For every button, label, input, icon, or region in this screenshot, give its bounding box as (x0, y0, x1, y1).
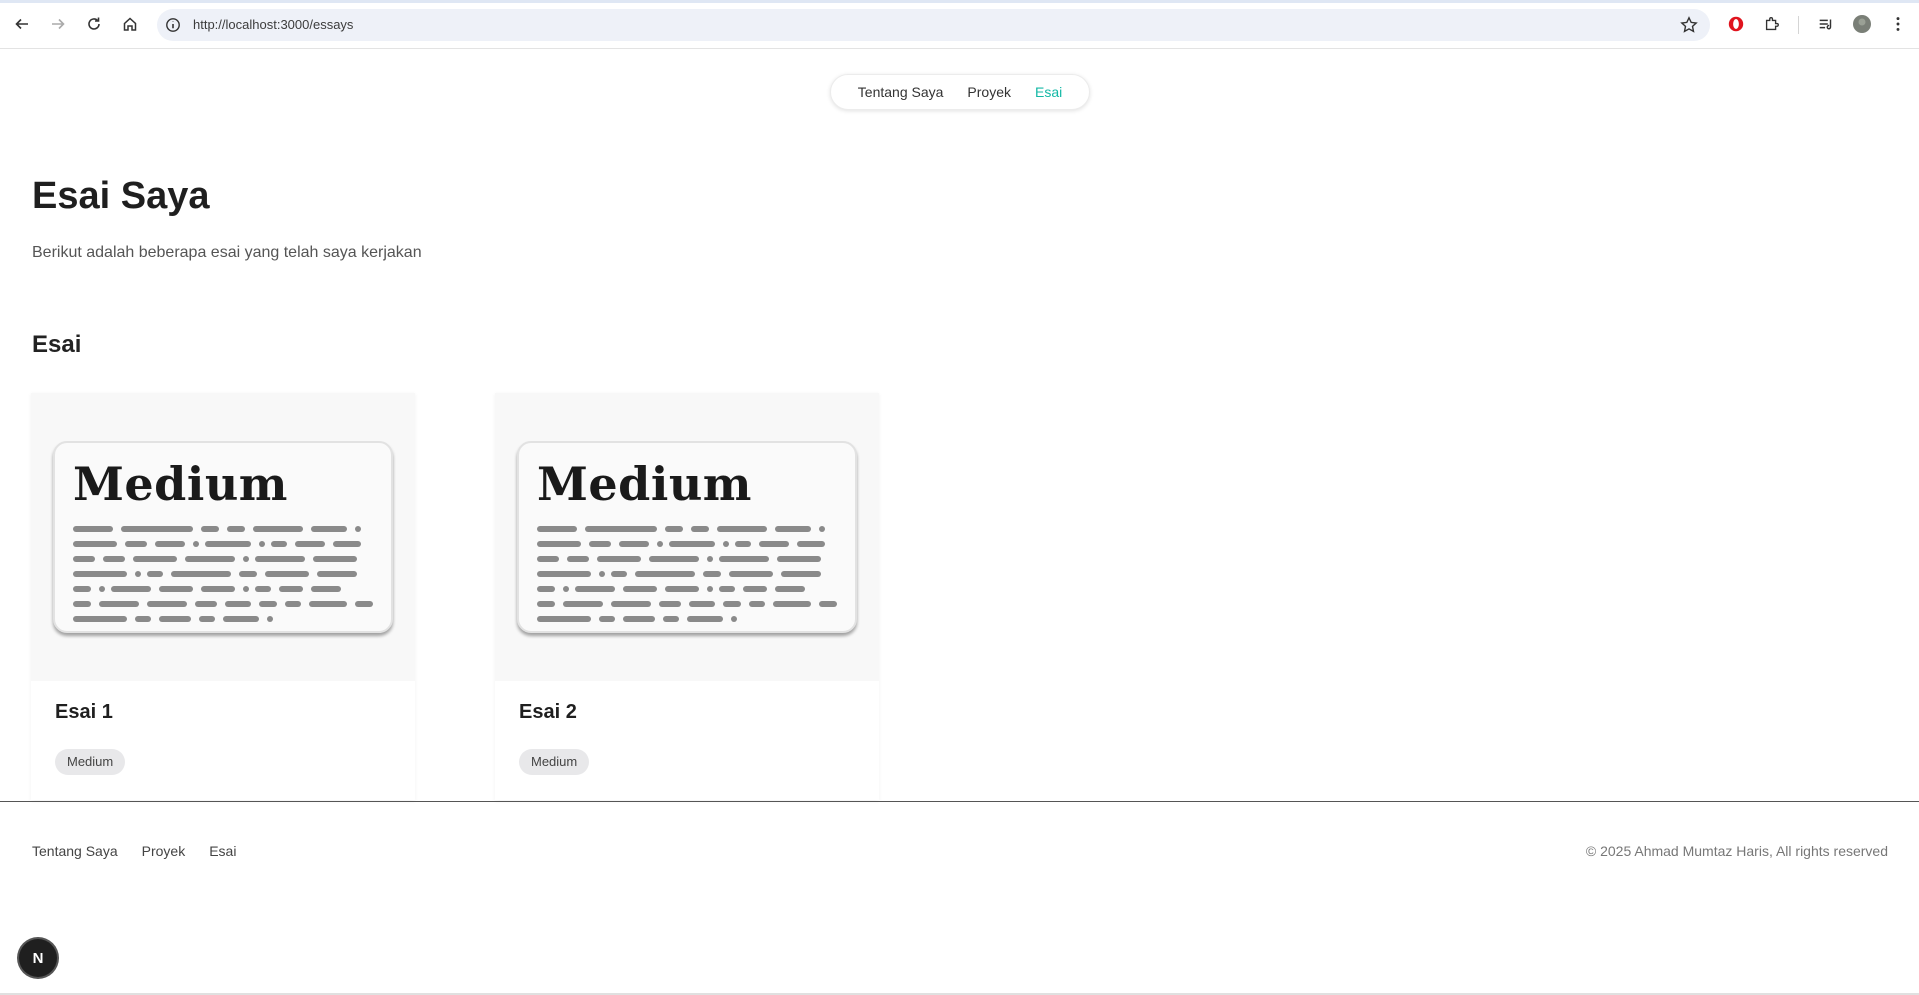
footer-link-proyek[interactable]: Proyek (142, 843, 186, 859)
home-button[interactable] (120, 14, 140, 34)
essay-title[interactable]: Esai 1 (55, 700, 113, 724)
medium-wordmark: Medium (73, 457, 288, 511)
nav-link-tentang-saya[interactable]: Tentang Saya (858, 84, 944, 100)
essay-card[interactable]: Medium Esai 2 Medium (495, 393, 879, 800)
footer-links: Tentang Saya Proyek Esai (32, 843, 236, 859)
reload-button[interactable] (84, 14, 104, 34)
nav-link-proyek[interactable]: Proyek (967, 84, 1011, 100)
footer-divider (0, 801, 1919, 802)
page-title: Esai Saya (32, 175, 210, 217)
essay-tag: Medium (519, 749, 590, 775)
nextjs-dev-badge[interactable]: N (19, 939, 57, 977)
opera-extension-icon[interactable] (1726, 14, 1746, 34)
tab-strip-edge (0, 0, 1919, 3)
essay-tag: Medium (55, 749, 126, 775)
medium-logo-image: Medium (517, 441, 857, 633)
bookmark-star-icon[interactable] (1680, 16, 1698, 34)
profile-avatar-icon[interactable] (1852, 14, 1872, 34)
toolbar-separator (1798, 16, 1799, 34)
top-navigation: Tentang Saya Proyek Esai (830, 74, 1090, 110)
essay-thumbnail[interactable]: Medium (31, 393, 415, 681)
arrow-right-icon (52, 18, 65, 30)
address-bar[interactable]: http://localhost:3000/essays (157, 9, 1710, 41)
footer-link-esai[interactable]: Esai (209, 843, 236, 859)
essay-title[interactable]: Esai 2 (519, 700, 577, 724)
browser-toolbar: http://localhost:3000/essays (0, 0, 1919, 49)
section-title: Esai (32, 331, 82, 358)
home-icon (123, 17, 137, 31)
essay-thumbnail[interactable]: Medium (495, 393, 879, 681)
medium-logo-image: Medium (53, 441, 393, 633)
medium-wordmark: Medium (537, 457, 752, 511)
media-control-icon[interactable] (1816, 14, 1836, 34)
page-description: Berikut adalah beberapa esai yang telah … (32, 244, 422, 261)
site-info-icon[interactable] (165, 17, 181, 33)
menu-kebab-icon[interactable] (1888, 14, 1908, 34)
back-button[interactable] (12, 14, 32, 34)
nav-link-esai[interactable]: Esai (1035, 84, 1062, 100)
url-text[interactable]: http://localhost:3000/essays (193, 17, 353, 33)
copyright-text: © 2025 Ahmad Mumtaz Haris, All rights re… (1585, 843, 1888, 859)
extensions-puzzle-icon[interactable] (1762, 14, 1782, 34)
essay-card[interactable]: Medium Esai 1 Medium (31, 393, 415, 800)
forward-button[interactable] (48, 14, 68, 34)
text-lines-graphic (73, 526, 373, 622)
footer-link-tentang-saya[interactable]: Tentang Saya (32, 843, 118, 859)
text-lines-graphic (537, 526, 837, 622)
reload-icon (88, 17, 100, 30)
arrow-left-icon (15, 18, 28, 30)
